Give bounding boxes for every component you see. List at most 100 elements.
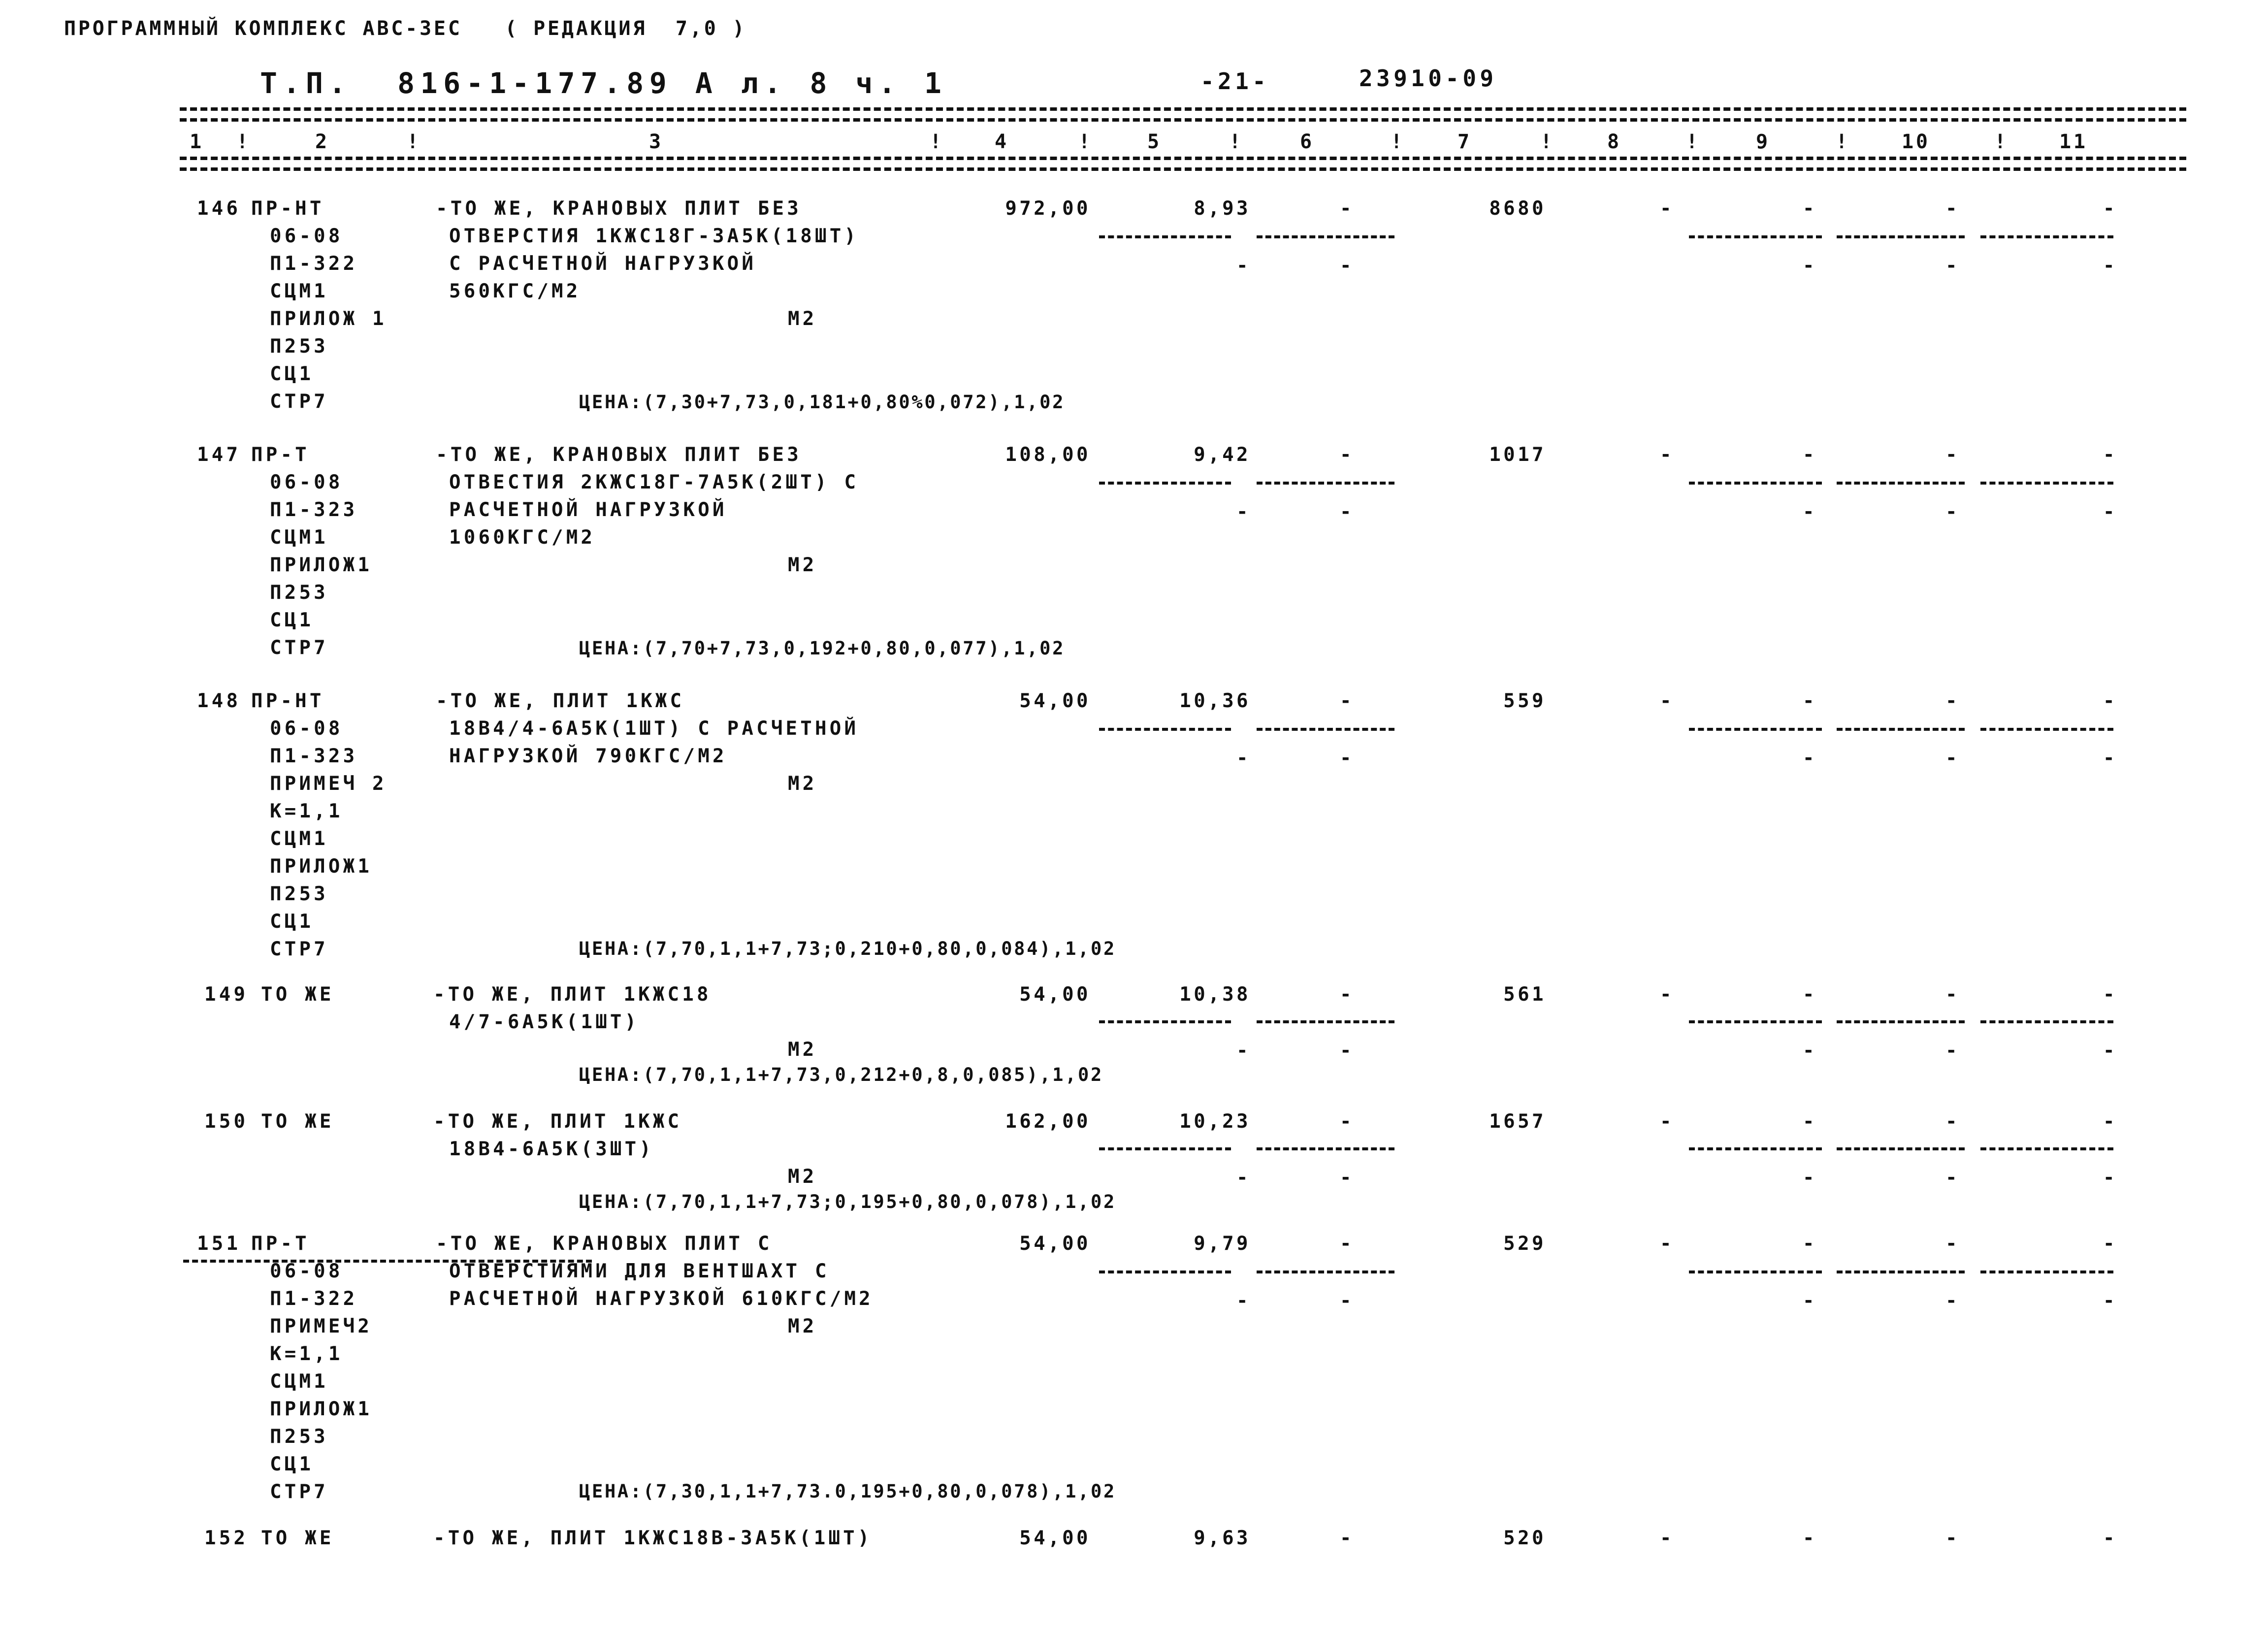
row-price-formula: ЦЕНА:(7,70+7,73,0,192+0,80,0,077),1,02 [579, 638, 1066, 659]
row-total: 529 [1503, 1233, 1546, 1255]
row-col8: - [1660, 983, 1674, 1006]
row-sub-col5: - [1236, 1290, 1251, 1312]
row-price-formula: ЦЕНА:(7,70,1,1+7,73;0,210+0,80,0,084),1,… [579, 938, 1116, 959]
row-rule-col11 [1980, 235, 2113, 238]
column-number-11: 11 [2059, 130, 2088, 153]
document-page: ПРОГРАММНЫЙ КОМПЛЕКС АВС-3ЕС ( РЕДАКЦИЯ … [0, 0, 2268, 1629]
row-code: 06-08 [270, 471, 343, 493]
row-rule-col9 [1689, 1020, 1822, 1023]
row-sub-col9: - [1803, 1290, 1817, 1312]
row-col10: - [1945, 444, 1960, 466]
row-description: РАСЧЕТНОЙ НАГРУЗКОЙ [449, 499, 727, 521]
row-rule-col5 [1099, 1271, 1231, 1273]
row-total: 1657 [1489, 1110, 1546, 1133]
row-rule-col11 [1980, 1271, 2113, 1273]
row-code: П1-323 [270, 745, 358, 767]
row-sub-col5: - [1236, 255, 1251, 277]
row-code: П253 [270, 1426, 328, 1448]
column-number-5: 5 [1147, 130, 1162, 153]
column-number-10: 10 [1902, 130, 1930, 153]
row-sub-col5: - [1236, 747, 1251, 769]
row-price: 9,79 [1194, 1233, 1251, 1255]
row-col6: - [1340, 983, 1354, 1006]
row-rule-col10 [1837, 235, 1965, 238]
row-code: К=1,1 [270, 800, 343, 822]
row-col11: - [2103, 983, 2117, 1006]
column-number-2: 2 [315, 130, 329, 153]
row-sub-col11: - [2103, 501, 2117, 523]
row-code: П253 [270, 883, 328, 905]
row-sub-col9: - [1803, 1167, 1817, 1189]
row-col11: - [2103, 1233, 2117, 1255]
row-col11: - [2103, 444, 2117, 466]
row-quantity: 162,00 [1005, 1110, 1091, 1133]
row-rule-col10 [1837, 728, 1965, 731]
column-number-6: 6 [1300, 130, 1314, 153]
row-sub-col10: - [1945, 747, 1960, 769]
rule-header-bottom-1 [180, 157, 2186, 160]
row-sub-col9: - [1803, 1040, 1817, 1062]
row-col8: - [1660, 1527, 1674, 1549]
row-sub-col10: - [1945, 1040, 1960, 1062]
row-description: ОТВЕСТИЯ 2КЖС18Г-7А5К(2ШТ) С [449, 471, 859, 493]
column-separator-10: ! [1994, 130, 2009, 153]
row-sub-col9: - [1803, 747, 1817, 769]
row-rule-col9 [1689, 728, 1822, 731]
row-col11: - [2103, 690, 2117, 712]
row-number: 148 [197, 690, 241, 712]
row-description: -ТО ЖЕ, ПЛИТ 1КЖС [433, 1110, 682, 1133]
row-unit: М2 [788, 773, 817, 795]
row-code: 06-08 [270, 717, 343, 740]
row-rule-col11 [1980, 482, 2113, 485]
row-rule-col10 [1837, 1271, 1965, 1273]
row-price: 9,63 [1194, 1527, 1251, 1549]
row-description: ОТВЕРСТИЯМИ ДЛЯ ВЕНТШАХТ С [449, 1260, 830, 1282]
row-total: 559 [1503, 690, 1546, 712]
row-price-formula: ЦЕНА:(7,70,1,1+7,73,0,212+0,8,0,085),1,0… [579, 1064, 1104, 1085]
row-description: -ТО ЖЕ, ПЛИТ 1КЖС18 [433, 983, 712, 1006]
page-title: Т.П. 816-1-177.89 А л. 8 ч. 1 [260, 66, 947, 100]
row-unit: М2 [788, 308, 817, 330]
column-separator-2: ! [407, 130, 421, 153]
row-rule-col9 [1689, 1147, 1822, 1150]
row-number: 150 [204, 1110, 249, 1133]
row-col8: - [1660, 1233, 1674, 1255]
row-sub-col6: - [1340, 501, 1354, 523]
row-description: -ТО ЖЕ, ПЛИТ 1КЖС [436, 690, 685, 712]
row-price: 8,93 [1194, 197, 1251, 220]
row-code: СТР7 [270, 637, 328, 659]
row-rule-col6 [1257, 1271, 1394, 1273]
row-sub-col10: - [1945, 501, 1960, 523]
row-sub-col5: - [1236, 1167, 1251, 1189]
column-separator-7: ! [1540, 130, 1555, 153]
row-col8: - [1660, 690, 1674, 712]
row-code: К=1,1 [270, 1343, 343, 1365]
row-code: ПРИЛОЖ1 [270, 554, 373, 576]
row-col9: - [1803, 1110, 1817, 1133]
row-sub-col5: - [1236, 501, 1251, 523]
row-col10: - [1945, 197, 1960, 220]
row-price: 10,38 [1179, 983, 1251, 1006]
row-rule-col6 [1257, 728, 1394, 731]
row-quantity: 54,00 [1019, 1233, 1091, 1255]
column-separator-3: ! [930, 130, 944, 153]
row-sub-col6: - [1340, 1290, 1354, 1312]
row-sub-col10: - [1945, 1167, 1960, 1189]
row-price-formula: ЦЕНА:(7,70,1,1+7,73;0,195+0,80,0,078),1,… [579, 1191, 1116, 1212]
row-type: ТО ЖЕ [261, 1110, 334, 1133]
row-sub-col11: - [2103, 1040, 2117, 1062]
row-col9: - [1803, 444, 1817, 466]
row-description: -ТО ЖЕ, КРАНОВЫХ ПЛИТ С [436, 1233, 773, 1255]
row-rule-col5 [1099, 1147, 1231, 1150]
row-code: ПРИЛОЖ 1 [270, 308, 387, 330]
row-sub-col10: - [1945, 1290, 1960, 1312]
row-description: ОТВЕРСТИЯ 1КЖС18Г-ЗА5К(18ШТ) [449, 225, 859, 247]
row-code: ПРИМЕЧ 2 [270, 773, 387, 795]
row-col10: - [1945, 983, 1960, 1006]
row-number: 147 [197, 444, 241, 466]
row-rule-col9 [1689, 1271, 1822, 1273]
row-rule-col6 [1257, 482, 1394, 485]
row-total: 8680 [1489, 197, 1546, 220]
row-quantity: 54,00 [1019, 1527, 1091, 1549]
row-unit: М2 [788, 1166, 817, 1188]
